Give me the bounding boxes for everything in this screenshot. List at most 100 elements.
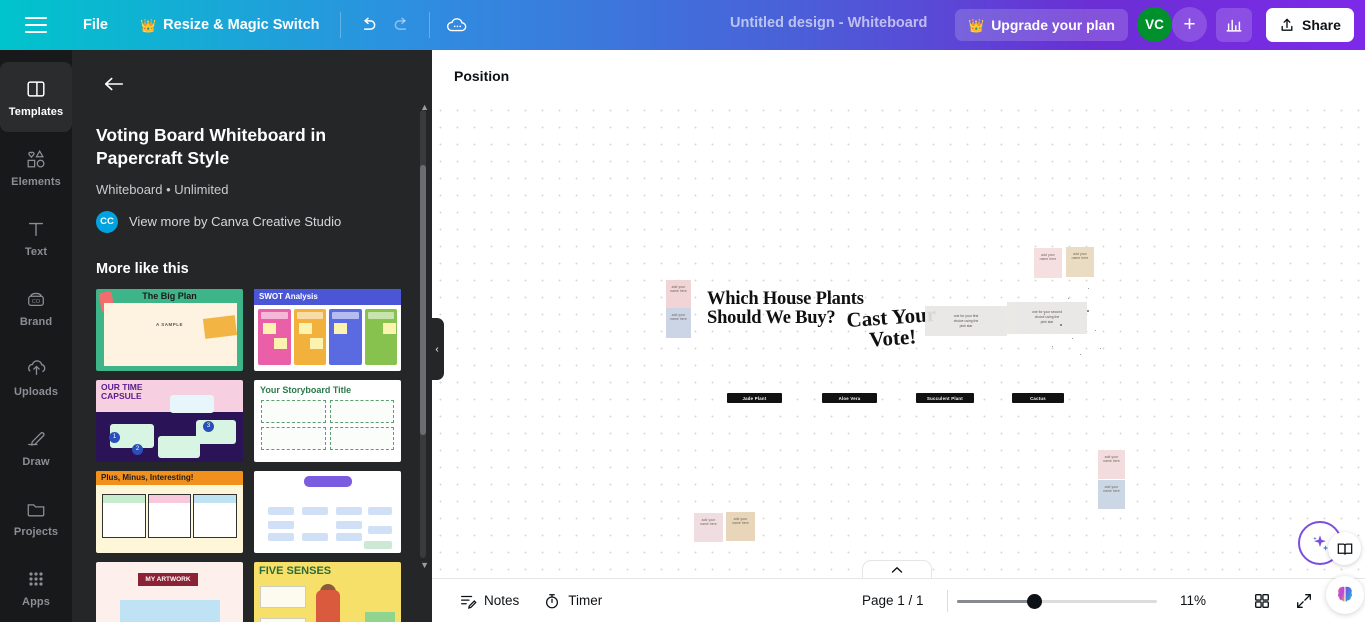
- templates-icon: [25, 77, 47, 101]
- sidebar-label-brand: Brand: [19, 315, 53, 328]
- canvas-viewport[interactable]: add your name here add your name here add …: [432, 102, 1365, 622]
- apps-grid-icon: [26, 567, 46, 591]
- sticky-note[interactable]: add your name here: [666, 280, 691, 310]
- document-title[interactable]: Untitled design - Whiteboard: [730, 15, 927, 31]
- sidebar-label-uploads: Uploads: [13, 385, 59, 398]
- undo-icon[interactable]: [351, 8, 385, 42]
- whiteboard-canvas[interactable]: add your name here add your name here add …: [432, 102, 1365, 622]
- share-button[interactable]: Share: [1266, 8, 1354, 42]
- template-thumbnail[interactable]: The Big Plan a sample A SAMPLE: [96, 288, 243, 371]
- thumb-title: The Big Plan: [142, 290, 197, 301]
- sidebar-item-brand[interactable]: CO Brand: [0, 272, 72, 342]
- hamburger-icon[interactable]: [25, 17, 47, 33]
- brand-icon: CO: [25, 287, 47, 311]
- canva-ai-brain-icon[interactable]: [1326, 576, 1364, 614]
- cloud-saving-icon[interactable]: [440, 8, 474, 42]
- upgrade-label: Upgrade your plan: [991, 17, 1115, 33]
- zoom-slider[interactable]: [957, 591, 1157, 611]
- more-like-this-heading: More like this: [96, 260, 189, 277]
- expand-pages-chevron-icon[interactable]: [862, 560, 932, 578]
- resize-magic-switch-button[interactable]: 👑 Resize & Magic Switch: [130, 10, 330, 40]
- template-meta: Whiteboard • Unlimited: [96, 181, 229, 197]
- thumb-figure-body: [316, 589, 340, 622]
- sidebar-item-apps[interactable]: Apps: [0, 552, 72, 622]
- accent-line-2: Vote!: [868, 324, 917, 352]
- sticky-note[interactable]: add your name here: [694, 513, 723, 542]
- template-thumbnail[interactable]: Plus, Minus, Interesting!: [96, 470, 243, 553]
- sidebar-item-projects[interactable]: Projects: [0, 482, 72, 552]
- file-menu-button[interactable]: File: [73, 10, 118, 40]
- sidebar-item-templates[interactable]: Templates: [0, 62, 72, 132]
- sticky-note[interactable]: add your name here: [726, 512, 755, 541]
- left-rail: Templates Elements Text CO Brand Uploads…: [0, 50, 72, 622]
- position-button[interactable]: Position: [444, 60, 519, 92]
- thumb-box: [260, 617, 306, 622]
- template-thumbnail[interactable]: MY ARTWORK: [96, 561, 243, 622]
- author-label: View more by Canva Creative Studio: [129, 214, 342, 229]
- tape-note-text: one for your first choice using the pink s…: [953, 314, 979, 329]
- tape-note[interactable]: one for your first choice using the pink s…: [925, 306, 1007, 336]
- plant-label[interactable]: Succulent Plant: [916, 393, 974, 403]
- share-label: Share: [1302, 17, 1341, 33]
- thumb-green-box: [365, 611, 395, 622]
- thumb-cell: [193, 493, 238, 538]
- text-t-icon: [26, 217, 46, 241]
- fullscreen-expand-icon[interactable]: [1289, 586, 1319, 616]
- sidebar-item-uploads[interactable]: Uploads: [0, 342, 72, 412]
- plant-label[interactable]: Jade Plant: [727, 393, 782, 403]
- panel-scrollbar-thumb[interactable]: [420, 165, 426, 435]
- sticky-note[interactable]: add your name here: [1066, 247, 1094, 277]
- zoom-slider-knob[interactable]: [1027, 593, 1042, 609]
- templates-panel: Voting Board Whiteboard in Papercraft St…: [72, 50, 432, 622]
- sticky-note[interactable]: add your name here: [1098, 480, 1125, 509]
- tape-note-text: one for your second choice using the pink …: [1032, 310, 1062, 325]
- thumb-box: [260, 585, 306, 608]
- draw-pencil-icon: [25, 427, 47, 451]
- thumb-col: [364, 308, 397, 365]
- panel-scrollbar[interactable]: [420, 110, 426, 558]
- back-arrow-icon[interactable]: [100, 70, 128, 98]
- template-author-link[interactable]: CC View more by Canva Creative Studio: [96, 210, 408, 233]
- sticky-note[interactable]: add your name here: [1098, 450, 1125, 479]
- grid-view-icon[interactable]: [1247, 586, 1277, 616]
- thumb-frames: [254, 395, 401, 455]
- sidebar-label-projects: Projects: [13, 525, 59, 538]
- scroll-down-arrow-icon[interactable]: ▼: [420, 560, 429, 570]
- page-title: Voting Board Whiteboard in Papercraft St…: [96, 125, 327, 168]
- template-thumbnail[interactable]: FIVE SENSES: [254, 561, 401, 622]
- redo-icon[interactable]: [385, 8, 419, 42]
- upgrade-plan-button[interactable]: 👑 Upgrade your plan: [955, 9, 1128, 41]
- sidebar-item-draw[interactable]: Draw: [0, 412, 72, 482]
- avatar[interactable]: VC: [1137, 7, 1172, 42]
- crown-icon: 👑: [139, 17, 157, 33]
- thumb-columns: [254, 305, 401, 365]
- scroll-up-arrow-icon[interactable]: ▲: [420, 102, 429, 112]
- template-thumbnail[interactable]: OUR TIME CAPSULE 1 2 3: [96, 379, 243, 462]
- sidebar-label-templates: Templates: [8, 105, 64, 118]
- sidebar-item-text[interactable]: Text: [0, 202, 72, 272]
- sidebar-item-elements[interactable]: Elements: [0, 132, 72, 202]
- template-thumbnail[interactable]: [254, 470, 401, 553]
- thumb-tag: A SAMPLE: [155, 321, 184, 327]
- tape-note[interactable]: one for your second choice using the pink …: [1007, 302, 1087, 334]
- sticky-note[interactable]: add your name here: [666, 308, 691, 338]
- insights-chart-icon[interactable]: [1216, 8, 1252, 42]
- thumb-cell: [147, 493, 192, 538]
- zoom-percent-label[interactable]: 11%: [1180, 593, 1206, 608]
- plant-label[interactable]: Aloe Vera: [822, 393, 877, 403]
- bottom-toolbar: Notes Timer Page 1 / 1 11%: [432, 578, 1365, 622]
- collapse-panel-chevron-icon[interactable]: ‹: [430, 318, 444, 380]
- headline-line-2: Should We Buy?: [707, 308, 836, 329]
- sidebar-label-draw: Draw: [22, 455, 50, 468]
- timer-button[interactable]: Timer: [534, 586, 611, 616]
- notes-button[interactable]: Notes: [450, 586, 528, 616]
- thumb-title: MY ARTWORK: [138, 572, 198, 586]
- book-notes-icon[interactable]: [1328, 532, 1361, 565]
- sticky-note[interactable]: add your name here: [1034, 248, 1062, 278]
- add-collaborator-button[interactable]: +: [1172, 7, 1207, 42]
- thumb-title: SWOT Analysis: [254, 288, 401, 305]
- template-thumbnail[interactable]: SWOT Analysis: [254, 288, 401, 371]
- plant-label[interactable]: Cactus: [1012, 393, 1064, 403]
- notes-icon: [461, 595, 477, 609]
- template-thumbnail[interactable]: Your Storyboard Title: [254, 379, 401, 462]
